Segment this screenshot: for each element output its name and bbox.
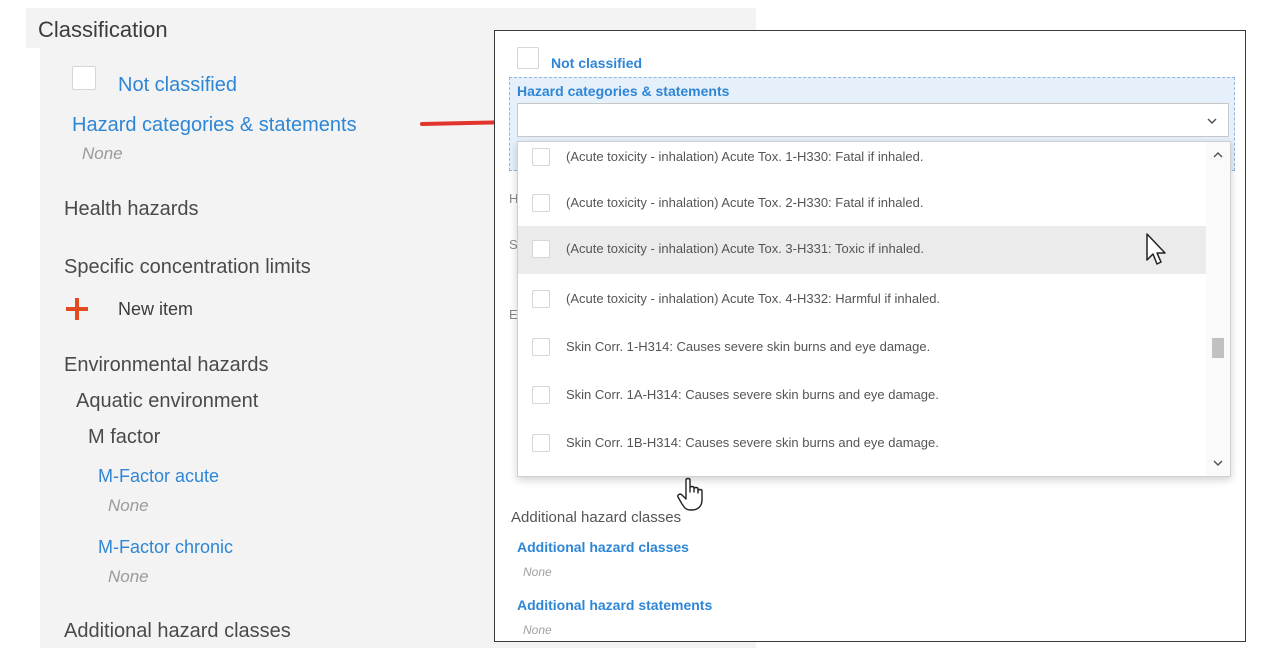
m-factor-acute-value: None xyxy=(108,496,149,515)
additional-hazard-classes-heading: Additional hazard classes xyxy=(64,620,291,642)
not-classified-label[interactable]: Not classified xyxy=(118,74,237,97)
option-checkbox[interactable] xyxy=(532,148,550,166)
additional-hazard-statements-label[interactable]: Additional hazard statements xyxy=(517,597,712,613)
additional-hazard-statements-value: None xyxy=(523,623,552,637)
hazard-categories-value: None xyxy=(82,144,123,163)
dropdown-scrollbar[interactable] xyxy=(1206,142,1230,476)
additional-hazard-classes-heading: Additional hazard classes xyxy=(511,509,682,526)
option-checkbox[interactable] xyxy=(532,240,550,258)
option-label: Skin Corr. 1-H314: Causes severe skin bu… xyxy=(566,339,931,354)
aquatic-environment-heading: Aquatic environment xyxy=(76,390,259,412)
m-factor-chronic-label[interactable]: M-Factor chronic xyxy=(98,537,233,558)
option-checkbox[interactable] xyxy=(532,338,550,356)
dropdown-option[interactable]: (Acute toxicity - inhalation) Acute Tox.… xyxy=(518,180,1208,228)
option-checkbox[interactable] xyxy=(532,386,550,404)
option-checkbox[interactable] xyxy=(532,290,550,308)
dropdown-option[interactable]: (Acute toxicity - inhalation) Acute Tox.… xyxy=(518,276,1208,324)
dropdown-option-hovered[interactable]: (Acute toxicity - inhalation) Acute Tox.… xyxy=(518,226,1208,274)
hazard-categories-select[interactable] xyxy=(517,103,1229,137)
dropdown-option[interactable]: Skin Corr. 1-H314: Causes severe skin bu… xyxy=(518,324,1208,372)
dropdown-option[interactable]: Skin Corr. 1A-H314: Causes severe skin b… xyxy=(518,372,1208,420)
m-factor-heading: M factor xyxy=(88,426,161,448)
option-label: (Acute toxicity - inhalation) Acute Tox.… xyxy=(566,241,924,256)
additional-hazard-classes-value: None xyxy=(523,565,552,579)
dropdown-option[interactable]: Skin Corr. 1B-H314: Causes severe skin b… xyxy=(518,420,1208,468)
health-hazards-heading: Health hazards xyxy=(64,198,199,220)
hazard-categories-dropdown[interactable]: (Acute toxicity - inhalation) Acute Tox.… xyxy=(517,141,1231,477)
classification-title: Classification xyxy=(38,17,168,42)
chevron-down-icon[interactable] xyxy=(1206,115,1218,127)
option-checkbox[interactable] xyxy=(532,194,550,212)
option-label: Skin Corr. 1B-H314: Causes severe skin b… xyxy=(566,435,939,450)
chevron-down-icon[interactable] xyxy=(1212,458,1224,468)
option-label: (Acute toxicity - inhalation) Acute Tox.… xyxy=(566,291,941,306)
plus-icon[interactable] xyxy=(66,298,88,320)
hazard-categories-label: Hazard categories & statements xyxy=(517,83,730,99)
environmental-hazards-heading: Environmental hazards xyxy=(64,354,269,376)
hand-pointer-icon xyxy=(677,477,703,511)
mouse-pointer-icon xyxy=(1146,233,1166,265)
additional-hazard-classes-label[interactable]: Additional hazard classes xyxy=(517,539,689,555)
scrollbar-thumb[interactable] xyxy=(1212,338,1224,358)
option-checkbox[interactable] xyxy=(532,434,550,452)
not-classified-label[interactable]: Not classified xyxy=(551,55,642,71)
m-factor-chronic-value: None xyxy=(108,567,149,586)
not-classified-checkbox[interactable] xyxy=(517,47,539,69)
option-label: (Acute toxicity - inhalation) Acute Tox.… xyxy=(566,195,924,210)
hazard-categories-label[interactable]: Hazard categories & statements xyxy=(72,114,357,137)
m-factor-acute-label[interactable]: M-Factor acute xyxy=(98,466,219,487)
specific-concentration-limits-heading: Specific concentration limits xyxy=(64,256,311,278)
chevron-up-icon[interactable] xyxy=(1212,150,1224,160)
new-item-button[interactable]: New item xyxy=(118,299,193,320)
not-classified-checkbox[interactable] xyxy=(72,66,96,90)
classification-detail-panel: Not classified Hazard categories & state… xyxy=(494,30,1246,642)
option-label: (Acute toxicity - inhalation) Acute Tox.… xyxy=(566,149,924,164)
option-label: Skin Corr. 1A-H314: Causes severe skin b… xyxy=(566,387,939,402)
